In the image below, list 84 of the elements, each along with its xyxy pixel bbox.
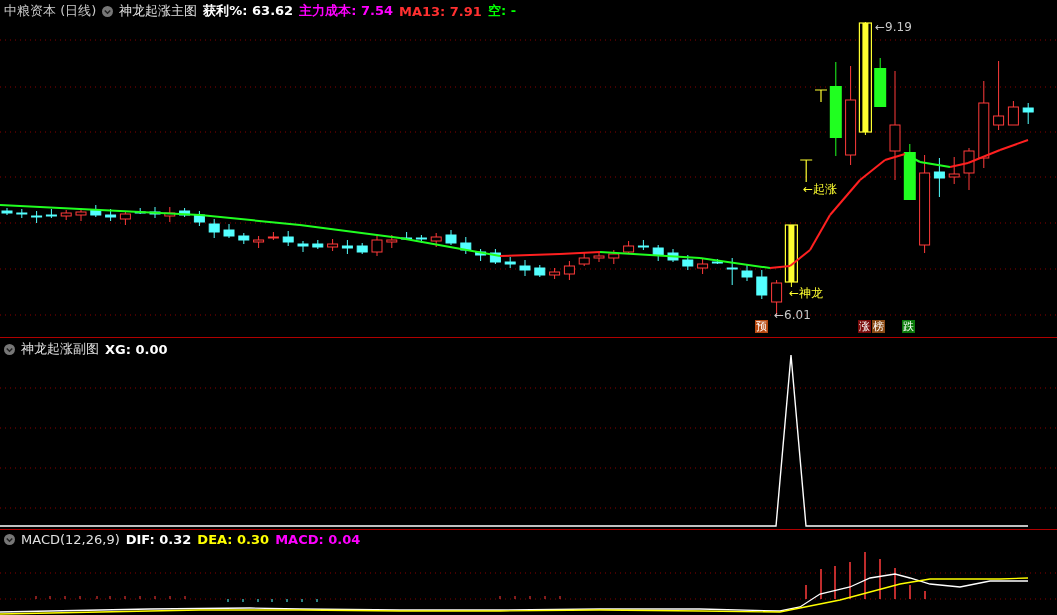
candlestick: [401, 231, 413, 241]
candlestick: [223, 223, 235, 239]
readout-text: DIF: 0.32: [125, 532, 192, 547]
candlestick: [134, 207, 146, 215]
candlestick: [608, 249, 620, 265]
candlestick: [1022, 102, 1034, 125]
candlestick: [667, 248, 679, 263]
candlestick: [726, 257, 738, 286]
candlestick: [1, 207, 13, 216]
readout-text: MA13: 7.91: [399, 3, 482, 19]
indicator-name[interactable]: MACD(12,26,9): [21, 532, 120, 547]
candlestick: [993, 60, 1005, 131]
candlestick: [933, 157, 945, 198]
candlestick: [637, 239, 649, 251]
candlestick: [341, 239, 353, 255]
candlestick: [297, 240, 309, 253]
candlestick: [164, 206, 176, 223]
candlestick: [1007, 100, 1019, 126]
candlestick: [799, 159, 813, 183]
candlestick: [963, 147, 975, 191]
candlestick: [75, 207, 87, 222]
candlestick: [415, 234, 427, 244]
candlestick: [549, 267, 561, 280]
candlestick: [45, 208, 57, 219]
candlestick: [60, 209, 72, 221]
candlestick: [253, 235, 265, 249]
candlestick: [193, 210, 205, 227]
candlestick: [741, 264, 753, 282]
collapse-icon[interactable]: [4, 343, 15, 355]
candlestick: [623, 240, 635, 255]
candlestick: [519, 259, 531, 277]
candlestick: [903, 143, 916, 201]
signal-tag: 榜: [872, 320, 885, 333]
candlestick: [31, 210, 43, 224]
signal-tag: 预: [755, 320, 768, 333]
candlestick: [652, 244, 664, 262]
candlestick: [475, 248, 487, 262]
signal-tag: 跌: [902, 320, 915, 333]
candlestick: [90, 204, 102, 218]
collapse-icon[interactable]: [4, 534, 15, 545]
signal-label: ←起涨: [803, 181, 838, 198]
candlestick: [489, 248, 501, 265]
candlestick: [16, 208, 28, 219]
readout-text: MACD: 0.04: [275, 532, 361, 547]
candlestick: [534, 264, 546, 278]
readout-text: 获利%: 63.62: [203, 2, 294, 20]
signal-tag: 涨: [858, 320, 871, 333]
candlestick: [874, 57, 887, 108]
price-label: ←6.01: [774, 308, 811, 322]
chart-title: 中粮资本 (日线): [4, 2, 97, 20]
collapse-icon[interactable]: [102, 5, 114, 17]
candlestick: [119, 210, 131, 226]
candlestick: [282, 230, 294, 247]
readout-text: XG: 0.00: [105, 341, 168, 357]
readout-text: 空: -: [487, 2, 517, 20]
candlestick: [312, 239, 324, 250]
candlestick: [356, 242, 368, 255]
candlestick: [179, 207, 191, 218]
candlestick: [327, 238, 339, 252]
candlestick: [711, 258, 723, 265]
candlestick: [371, 235, 383, 257]
indicator-name[interactable]: 神龙起涨副图: [21, 340, 99, 358]
signal-label: ←神龙: [789, 285, 824, 302]
candlestick: [267, 231, 279, 241]
candlestick: [208, 218, 220, 239]
indicator-name[interactable]: 神龙起涨主图: [119, 2, 198, 20]
candlestick: [948, 156, 960, 185]
candlestick: [578, 251, 590, 267]
candlestick: [105, 208, 117, 222]
candlestick: [460, 236, 472, 255]
price-label: ←9.19: [875, 20, 912, 34]
candlestick: [756, 269, 768, 300]
candlestick: [430, 232, 442, 248]
candlestick: [563, 260, 575, 281]
candlestick: [386, 234, 398, 249]
candlestick: [149, 206, 161, 219]
candlestick: [445, 229, 457, 246]
candlestick: [504, 256, 516, 269]
candlestick: [697, 257, 709, 275]
readout-text: DEA: 0.30: [197, 532, 270, 547]
readout-text: 主力成本: 7.54: [299, 2, 393, 20]
candlestick: [238, 232, 250, 245]
candlestick: [593, 252, 605, 263]
candlestick: [682, 254, 694, 271]
